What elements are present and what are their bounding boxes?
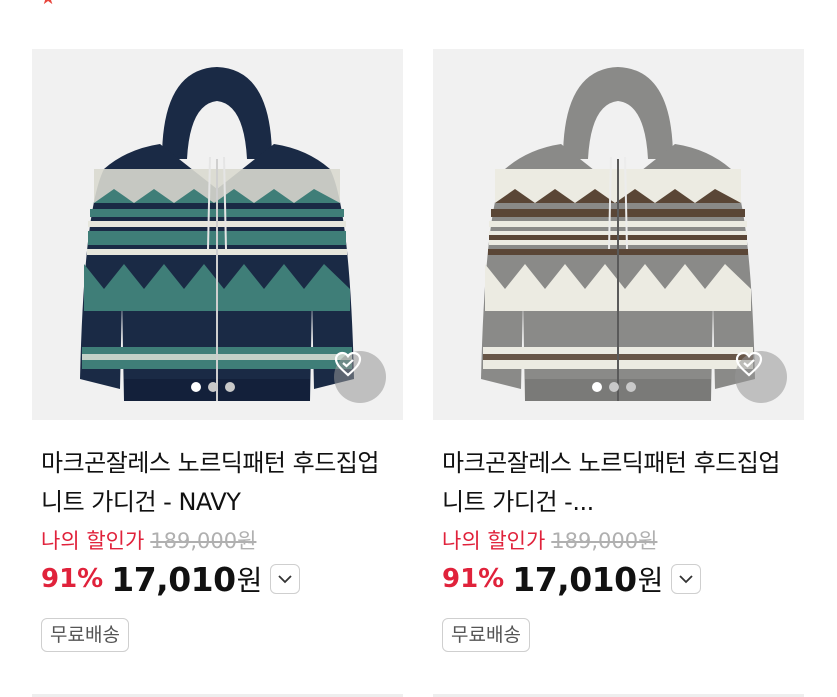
product-card[interactable]: 마크곤잘레스 노르딕패턴 후드집업 니트 가디건 -... 나의 할인가 189,…	[433, 49, 804, 652]
currency-unit: 원	[236, 564, 263, 597]
product-image[interactable]	[433, 49, 804, 420]
image-pager[interactable]	[191, 382, 235, 392]
discount-rate: 91%	[442, 564, 505, 594]
product-image[interactable]	[32, 49, 403, 420]
pager-dot[interactable]	[626, 382, 636, 392]
wishlist-button[interactable]	[735, 351, 787, 403]
sale-price: 17,010	[512, 559, 637, 599]
price-detail-toggle[interactable]	[270, 564, 301, 594]
currency-unit: 원	[637, 564, 664, 597]
pager-dot[interactable]	[225, 382, 235, 392]
image-pager[interactable]	[592, 382, 636, 392]
sale-price: 17,010	[111, 559, 236, 599]
pager-dot[interactable]	[609, 382, 619, 392]
previous-row-rating: ★	[40, 0, 200, 9]
heart-check-icon	[735, 351, 763, 377]
pager-dot[interactable]	[592, 382, 602, 392]
wishlist-button[interactable]	[334, 351, 386, 403]
discount-label: 나의 할인가	[41, 529, 145, 553]
free-shipping-badge: 무료배송	[442, 618, 530, 652]
pager-dot[interactable]	[191, 382, 201, 392]
free-shipping-badge: 무료배송	[41, 618, 129, 652]
product-title[interactable]: 마크곤잘레스 노르딕패턴 후드집업 니트 가디건 -...	[442, 444, 797, 522]
original-price: 189,000원	[551, 529, 658, 553]
discount-rate: 91%	[41, 564, 104, 594]
discount-label: 나의 할인가	[442, 529, 546, 553]
discount-row: 나의 할인가 189,000원	[41, 526, 403, 556]
price-row: 91% 17,010 원	[41, 558, 403, 600]
star-icon: ★	[40, 0, 56, 9]
chevron-down-icon	[679, 574, 693, 583]
heart-check-icon	[334, 351, 362, 377]
price-row: 91% 17,010 원	[442, 558, 804, 600]
product-title[interactable]: 마크곤잘레스 노르딕패턴 후드집업 니트 가디건 - NAVY	[41, 444, 396, 522]
original-price: 189,000원	[150, 529, 257, 553]
discount-row: 나의 할인가 189,000원	[442, 526, 804, 556]
product-card[interactable]: 마크곤잘레스 노르딕패턴 후드집업 니트 가디건 - NAVY 나의 할인가 18…	[32, 49, 403, 652]
pager-dot[interactable]	[208, 382, 218, 392]
chevron-down-icon	[278, 574, 292, 583]
price-detail-toggle[interactable]	[671, 564, 702, 594]
